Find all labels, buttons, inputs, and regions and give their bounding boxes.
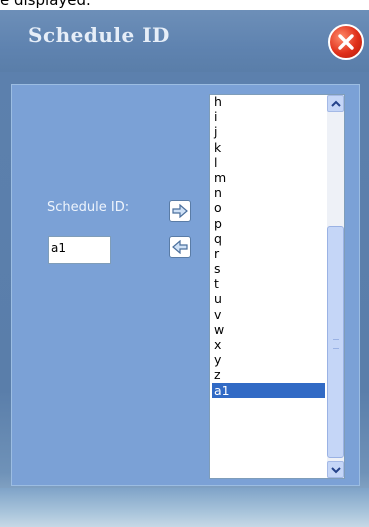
list-item[interactable]: u [212,291,325,306]
list-item[interactable]: x [212,337,325,352]
list-scrollbar[interactable] [327,95,344,478]
close-button[interactable] [328,24,364,60]
list-item[interactable]: o [212,200,325,215]
arrow-right-icon [172,204,188,218]
list-item[interactable]: v [212,307,325,322]
list-item[interactable]: i [212,109,325,124]
bottom-band [0,488,369,527]
list-item[interactable]: k [212,140,325,155]
scroll-down-button[interactable] [327,461,344,478]
list-item[interactable]: p [212,216,325,231]
list-item[interactable]: t [212,276,325,291]
arrow-left-icon [172,240,188,254]
add-to-list-button[interactable] [169,200,191,222]
remove-from-list-button[interactable] [169,236,191,258]
list-item[interactable]: h [212,95,325,109]
list-item[interactable]: q [212,231,325,246]
scroll-thumb[interactable] [327,226,344,458]
list-item[interactable]: a1 [212,382,325,398]
list-items: h i j k l m n o p q r s t u v w x y z a1 [212,95,325,398]
dialog-title: Schedule ID [28,23,170,47]
chevron-up-icon [331,100,341,107]
list-item[interactable]: w [212,322,325,337]
dialog-titlebar: Schedule ID [0,10,369,72]
list-item[interactable]: z [212,367,325,382]
schedule-id-input[interactable]: a1 [48,236,111,264]
scroll-up-button[interactable] [327,95,344,112]
schedule-id-list[interactable]: h i j k l m n o p q r s t u v w x y z a1 [209,94,345,479]
list-item[interactable]: s [212,261,325,276]
top-strip: e displayed. [0,0,369,10]
top-strip-text: e displayed. [0,0,91,9]
list-item[interactable]: m [212,170,325,185]
list-item[interactable]: n [212,185,325,200]
list-item[interactable]: y [212,352,325,367]
scroll-grip [333,339,339,349]
schedule-id-label: Schedule ID: [47,200,130,215]
list-item[interactable]: l [212,155,325,170]
chevron-down-icon [331,467,341,474]
close-icon [338,34,354,50]
list-item[interactable]: j [212,124,325,139]
list-item[interactable]: r [212,246,325,261]
